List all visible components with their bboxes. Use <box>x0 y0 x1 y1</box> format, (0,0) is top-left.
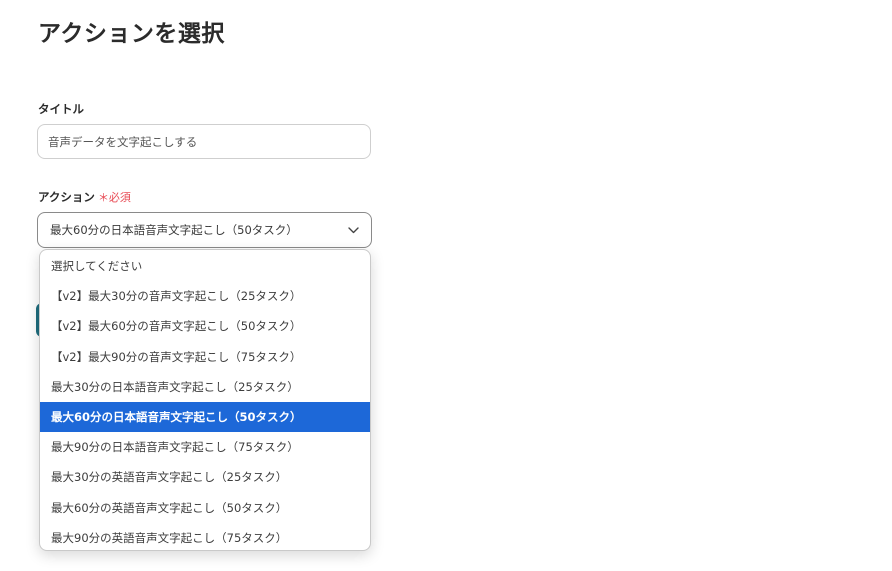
action-select[interactable]: 最大60分の日本語音声文字起こし（50タスク） <box>37 212 372 248</box>
dropdown-option[interactable]: 【v2】最大30分の音声文字起こし（25タスク） <box>40 281 370 311</box>
dropdown-option[interactable]: 選択してください <box>40 251 370 281</box>
dropdown-option[interactable]: 【v2】最大60分の音声文字起こし（50タスク） <box>40 311 370 341</box>
dropdown-option[interactable]: 最大30分の英語音声文字起こし（25タスク） <box>40 462 370 492</box>
page-title: アクションを選択 <box>38 21 225 47</box>
title-input[interactable]: 音声データを文字起こしする <box>37 124 371 159</box>
title-field-label: タイトル <box>38 102 84 116</box>
action-dropdown-list: 選択してください 【v2】最大30分の音声文字起こし（25タスク） 【v2】最大… <box>39 249 371 551</box>
page: アクションを選択 タイトル 音声データを文字起こしする アクション ＊必須 最大6… <box>0 0 892 571</box>
dropdown-option[interactable]: 最大90分の英語音声文字起こし（75タスク） <box>40 523 370 550</box>
dropdown-option[interactable]: 【v2】最大90分の音声文字起こし（75タスク） <box>40 342 370 372</box>
required-mark: ＊必須 <box>97 191 131 204</box>
action-field-label: アクション ＊必須 <box>38 189 131 205</box>
chevron-down-icon <box>347 224 359 236</box>
title-input-value: 音声データを文字起こしする <box>48 134 198 149</box>
action-label-text: アクション <box>38 190 95 204</box>
action-select-value: 最大60分の日本語音声文字起こし（50タスク） <box>50 223 298 237</box>
dropdown-option[interactable]: 最大90分の日本語音声文字起こし（75タスク） <box>40 432 370 462</box>
dropdown-option-selected[interactable]: 最大60分の日本語音声文字起こし（50タスク） <box>40 401 370 433</box>
dropdown-option[interactable]: 最大30分の日本語音声文字起こし（25タスク） <box>40 372 370 402</box>
dropdown-option[interactable]: 最大60分の英語音声文字起こし（50タスク） <box>40 493 370 523</box>
